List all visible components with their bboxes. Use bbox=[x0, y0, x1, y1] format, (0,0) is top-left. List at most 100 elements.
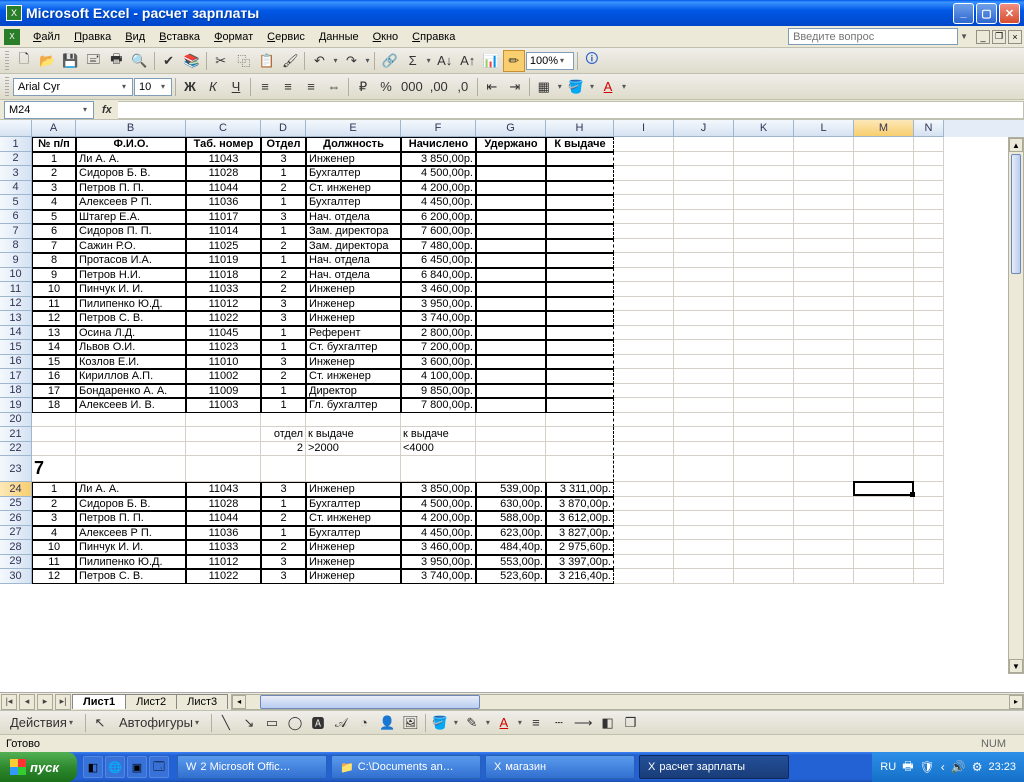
cell[interactable]: 11023 bbox=[186, 340, 261, 355]
cell[interactable]: 9 850,00р. bbox=[401, 384, 476, 399]
permissions-icon[interactable]: 🖃 bbox=[82, 50, 104, 72]
cell[interactable]: 11044 bbox=[186, 181, 261, 196]
cell[interactable]: 2 bbox=[261, 540, 306, 555]
cell[interactable]: 3 bbox=[261, 311, 306, 326]
cell[interactable] bbox=[914, 311, 944, 326]
menu-данные[interactable]: Данные bbox=[312, 29, 366, 45]
cell[interactable] bbox=[794, 166, 854, 181]
column-header-J[interactable]: J bbox=[674, 120, 734, 137]
cell[interactable]: 10 bbox=[32, 540, 76, 555]
cell[interactable] bbox=[854, 152, 914, 167]
column-header-F[interactable]: F bbox=[401, 120, 476, 137]
cell[interactable]: Пилипенко Ю.Д. bbox=[76, 297, 186, 312]
cell[interactable]: 1 bbox=[261, 384, 306, 399]
scroll-down-icon[interactable]: ▼ bbox=[1009, 659, 1023, 673]
cell[interactable] bbox=[854, 137, 914, 152]
cell[interactable]: Алексеев И. В. bbox=[76, 398, 186, 413]
cell[interactable] bbox=[854, 555, 914, 570]
cell[interactable] bbox=[546, 253, 614, 268]
wordart-icon[interactable]: 𝒜 bbox=[330, 712, 352, 734]
cell[interactable]: Кириллов А.П. bbox=[76, 369, 186, 384]
cell[interactable] bbox=[476, 398, 546, 413]
cell[interactable]: 1 bbox=[261, 526, 306, 541]
tab-nav-last-icon[interactable]: ▸| bbox=[55, 694, 71, 710]
cell[interactable] bbox=[614, 355, 674, 370]
cell[interactable] bbox=[734, 166, 794, 181]
cell[interactable] bbox=[914, 540, 944, 555]
cell[interactable]: 588,00р. bbox=[476, 511, 546, 526]
cell[interactable] bbox=[794, 282, 854, 297]
cell[interactable] bbox=[546, 442, 614, 457]
cell[interactable] bbox=[734, 340, 794, 355]
cell[interactable]: 7 bbox=[32, 456, 76, 482]
cell[interactable]: 11043 bbox=[186, 152, 261, 167]
autosum-dropdown-icon[interactable]: ▾ bbox=[425, 56, 433, 65]
row-header[interactable]: 17 bbox=[0, 369, 32, 384]
cell[interactable] bbox=[854, 511, 914, 526]
cell[interactable] bbox=[854, 195, 914, 210]
cell[interactable] bbox=[734, 181, 794, 196]
cell[interactable] bbox=[734, 195, 794, 210]
row-header[interactable]: 27 bbox=[0, 526, 32, 541]
cell[interactable] bbox=[614, 555, 674, 570]
cell[interactable] bbox=[734, 311, 794, 326]
cell[interactable]: Протасов И.А. bbox=[76, 253, 186, 268]
cell[interactable]: Штагер Е.А. bbox=[76, 210, 186, 225]
row-header[interactable]: 30 bbox=[0, 569, 32, 584]
cell[interactable] bbox=[794, 555, 854, 570]
cell[interactable]: 523,60р. bbox=[476, 569, 546, 584]
cell[interactable]: >2000 bbox=[306, 442, 401, 457]
cell[interactable] bbox=[794, 442, 854, 457]
cell[interactable]: № п/п bbox=[32, 137, 76, 152]
cell[interactable]: 18 bbox=[32, 398, 76, 413]
cell[interactable] bbox=[794, 413, 854, 428]
column-header-C[interactable]: C bbox=[186, 120, 261, 137]
cell[interactable]: Бухгалтер bbox=[306, 195, 401, 210]
italic-icon[interactable]: К bbox=[202, 76, 224, 98]
cell[interactable]: Сажин Р.О. bbox=[76, 239, 186, 254]
cell[interactable]: Ли А. А. bbox=[76, 482, 186, 497]
workbook-icon[interactable]: X bbox=[4, 29, 20, 45]
borders-icon[interactable]: ▦ bbox=[533, 76, 555, 98]
cell[interactable]: Нач. отдела bbox=[306, 210, 401, 225]
cell[interactable] bbox=[734, 442, 794, 457]
cell[interactable]: Инженер bbox=[306, 282, 401, 297]
tray-icon[interactable]: 🔊 bbox=[951, 760, 966, 774]
cell[interactable] bbox=[854, 224, 914, 239]
cell[interactable]: Инженер bbox=[306, 152, 401, 167]
cell[interactable] bbox=[854, 282, 914, 297]
row-header[interactable]: 28 bbox=[0, 540, 32, 555]
cell[interactable]: 11 bbox=[32, 297, 76, 312]
cell[interactable] bbox=[76, 442, 186, 457]
cell[interactable] bbox=[794, 355, 854, 370]
cell[interactable] bbox=[546, 384, 614, 399]
formula-input[interactable] bbox=[118, 101, 1024, 119]
cell[interactable] bbox=[614, 569, 674, 584]
cell[interactable]: 3 bbox=[261, 482, 306, 497]
cell[interactable] bbox=[674, 369, 734, 384]
cell[interactable] bbox=[614, 181, 674, 196]
cell[interactable]: <4000 bbox=[401, 442, 476, 457]
cell[interactable] bbox=[794, 195, 854, 210]
research-icon[interactable]: 📚 bbox=[181, 50, 203, 72]
new-icon[interactable]: 🗋 bbox=[13, 50, 35, 72]
cell[interactable] bbox=[734, 482, 794, 497]
row-header[interactable]: 14 bbox=[0, 326, 32, 341]
cell[interactable] bbox=[794, 526, 854, 541]
row-header[interactable]: 12 bbox=[0, 297, 32, 312]
ask-question-box[interactable] bbox=[788, 28, 958, 45]
cell[interactable] bbox=[614, 413, 674, 428]
line-style-icon[interactable]: ≡ bbox=[525, 712, 547, 734]
cell[interactable] bbox=[854, 427, 914, 442]
cell[interactable] bbox=[914, 166, 944, 181]
cell[interactable] bbox=[794, 253, 854, 268]
cell[interactable] bbox=[674, 297, 734, 312]
cell[interactable] bbox=[794, 511, 854, 526]
cell[interactable] bbox=[674, 427, 734, 442]
row-header[interactable]: 5 bbox=[0, 195, 32, 210]
cell[interactable] bbox=[476, 239, 546, 254]
cell[interactable]: Зам. директора bbox=[306, 239, 401, 254]
cell[interactable] bbox=[734, 569, 794, 584]
cell[interactable] bbox=[476, 369, 546, 384]
cell[interactable] bbox=[614, 398, 674, 413]
